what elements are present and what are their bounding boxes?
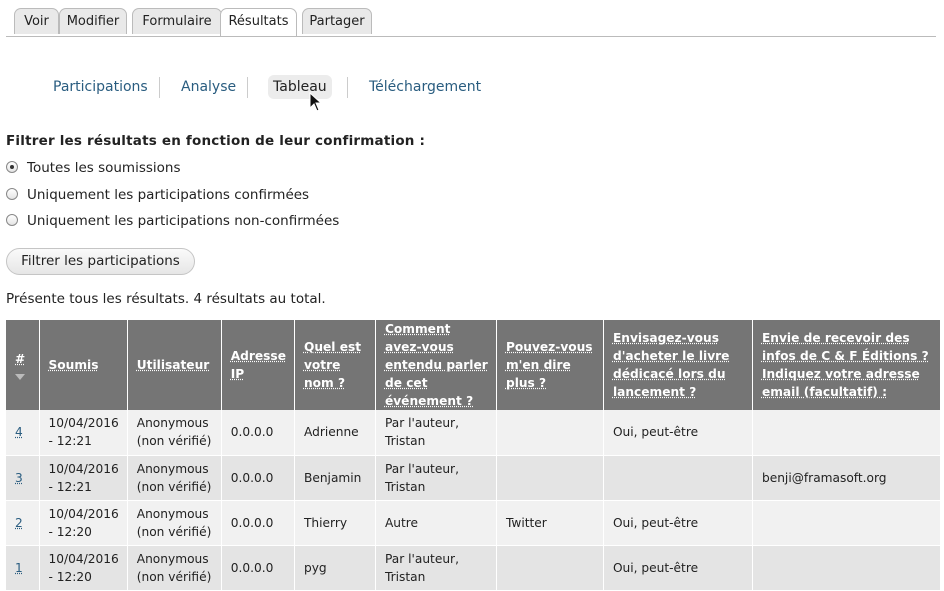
filter-title: Filtrer les résultats en fonction de leu… [6,133,426,149]
mouse-cursor-icon [309,92,323,112]
cell-how-heard: Par l'auteur, Tristan [375,455,497,501]
cell-ip: 0.0.0.0 [221,500,295,546]
table-row: 1 10/04/2016 - 12:20 Anonymous (non véri… [6,545,941,591]
radio-label: Uniquement les participations non-confir… [27,213,340,229]
radio-label: Uniquement les participations confirmées [27,187,310,203]
cell-how-heard: Par l'auteur, Tristan [375,545,497,591]
cell-name: Adrienne [294,410,376,456]
table-row: 4 10/04/2016 - 12:21 Anonymous (non véri… [6,410,941,456]
col-ip[interactable]: Adresse IP [221,320,295,410]
tab-partager[interactable]: Partager [302,8,372,34]
filter-button[interactable]: Filtrer les participations [6,248,195,275]
cell-ip: 0.0.0.0 [221,545,295,591]
cell-user: Anonymous (non vérifié) [127,500,222,546]
cell-user: Anonymous (non vérifié) [127,410,222,456]
cell-tell-more [496,410,604,456]
cell-email [752,500,941,546]
radio-unchecked-icon[interactable] [6,188,18,200]
col-buy-book[interactable]: Envisagez-vous d'acheter le livre dédica… [603,320,753,410]
cell-submitted: 10/04/2016 - 12:20 [39,545,128,591]
cell-email: benji@framasoft.org [752,455,941,501]
cell-submitted: 10/04/2016 - 12:21 [39,455,128,501]
cell-email [752,545,941,591]
radio-label: Toutes les soumissions [27,160,181,176]
cell-name: pyg [294,545,376,591]
cell-submitted: 10/04/2016 - 12:21 [39,410,128,456]
tab-resultats[interactable]: Résultats [220,8,297,36]
table-row: 2 10/04/2016 - 12:20 Anonymous (non véri… [6,500,941,546]
cell-ip: 0.0.0.0 [221,410,295,456]
row-number-link[interactable]: 3 [6,455,40,501]
cell-email [752,410,941,456]
cell-name: Thierry [294,500,376,546]
tab-modifier[interactable]: Modifier [59,8,127,34]
cell-submitted: 10/04/2016 - 12:20 [39,500,128,546]
subtab-divider [159,77,160,98]
col-user[interactable]: Utilisateur [127,320,222,410]
subtab-divider [247,77,248,98]
cell-name: Benjamin [294,455,376,501]
cell-buy-book [603,455,753,501]
results-summary: Présente tous les résultats. 4 résultats… [6,291,326,307]
cell-user: Anonymous (non vérifié) [127,455,222,501]
cell-tell-more [496,455,604,501]
col-submitted[interactable]: Soumis [39,320,128,410]
subtab-telechargement[interactable]: Téléchargement [369,77,481,97]
cell-buy-book: Oui, peut-être [603,545,753,591]
col-email[interactable]: Envie de recevoir des infos de C & F Édi… [752,320,941,410]
col-how-heard[interactable]: Comment avez-vous entendu parler de cet … [375,320,497,410]
row-number-link[interactable]: 2 [6,500,40,546]
table-row: 3 10/04/2016 - 12:21 Anonymous (non véri… [6,455,941,501]
tab-voir[interactable]: Voir [14,8,59,34]
row-number-link[interactable]: 4 [6,410,40,456]
radio-unchecked-icon[interactable] [6,214,18,226]
col-tell-more[interactable]: Pouvez-vous m'en dire plus ? [496,320,604,410]
cell-how-heard: Par l'auteur, Tristan [375,410,497,456]
row-number-link[interactable]: 1 [6,545,40,591]
subtab-divider [347,77,348,98]
cell-how-heard: Autre [375,500,497,546]
table-header-row: # Soumis Utilisateur Adresse IP Quel est… [6,320,941,410]
sort-desc-icon[interactable] [15,374,25,380]
results-table: # Soumis Utilisateur Adresse IP Quel est… [6,320,941,591]
cell-buy-book: Oui, peut-être [603,410,753,456]
cell-buy-book: Oui, peut-être [603,500,753,546]
primary-tabs: Voir Modifier Formulaire Résultats Parta… [6,8,936,37]
cell-tell-more: Twitter [496,500,604,546]
subtab-analyse[interactable]: Analyse [181,77,236,97]
subtab-participations[interactable]: Participations [53,77,148,97]
cell-ip: 0.0.0.0 [221,455,295,501]
tab-formulaire[interactable]: Formulaire [132,8,222,34]
cell-user: Anonymous (non vérifié) [127,545,222,591]
cell-tell-more [496,545,604,591]
col-name[interactable]: Quel est votre nom ? [294,320,376,410]
radio-checked-icon[interactable] [6,161,18,173]
col-number[interactable]: # [6,320,40,410]
